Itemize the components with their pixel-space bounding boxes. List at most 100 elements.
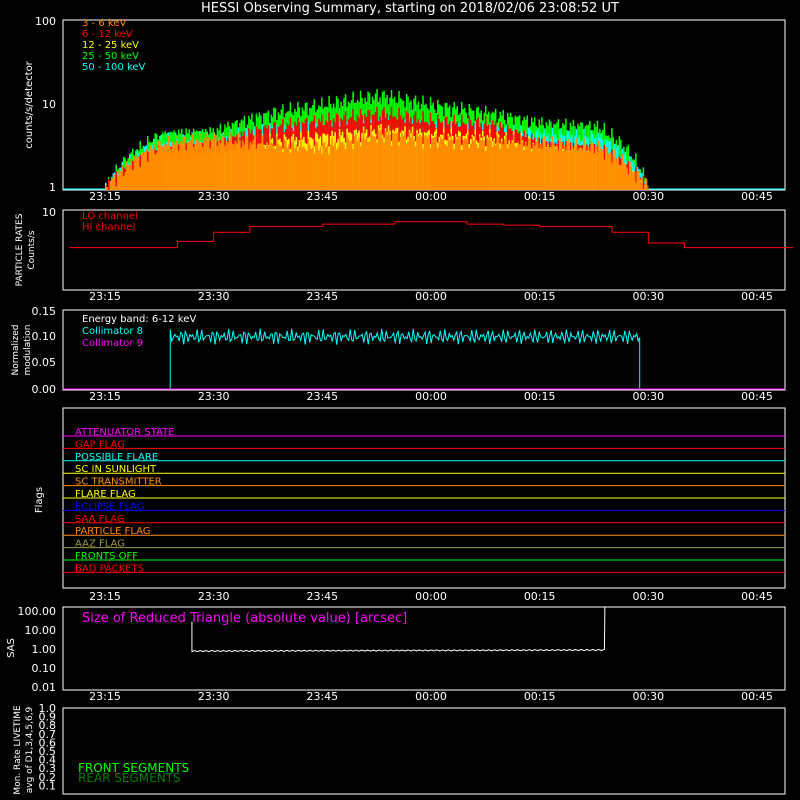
x-tick-label: 23:30: [198, 290, 230, 303]
counts-bar: [434, 136, 436, 190]
counts-bar: [550, 146, 552, 190]
counts-bar: [479, 136, 481, 190]
counts-bar: [201, 147, 204, 190]
counts-bar: [197, 141, 199, 190]
counts-bar: [171, 141, 174, 190]
counts-bar: [307, 138, 310, 190]
x-tick-label: 23:30: [198, 690, 230, 703]
counts-bar: [456, 139, 458, 190]
counts-bar: [135, 158, 137, 190]
counts-bar: [168, 145, 171, 190]
counts-bar: [532, 143, 534, 190]
x-tick-label: 23:45: [306, 390, 338, 403]
counts-bar: [621, 154, 624, 190]
counts-bar: [162, 146, 165, 190]
counts-bar: [402, 135, 405, 190]
x-tick-label: 00:00: [415, 390, 447, 403]
counts-bar: [133, 156, 135, 190]
counts-bar: [566, 141, 569, 190]
chart-title: HESSI Observing Summary, starting on 201…: [201, 1, 619, 16]
counts-bar: [477, 147, 479, 190]
counts-bar: [145, 149, 147, 190]
counts-bar: [288, 144, 290, 190]
sas-y-tick-010: 0.10: [32, 662, 57, 675]
counts-bar: [503, 138, 506, 190]
counts-bar: [392, 132, 394, 190]
counts-bar: [444, 143, 446, 190]
counts-bar: [373, 136, 375, 190]
counts-bar: [615, 158, 618, 190]
counts-bar: [548, 146, 551, 190]
counts-bar: [553, 145, 555, 190]
counts-bar: [587, 146, 590, 190]
legend-6-12-kev: 6 - 12 keV: [82, 29, 133, 40]
x-tick-label: 23:45: [306, 290, 338, 303]
counts-bar: [264, 148, 267, 190]
counts-bar: [562, 150, 564, 190]
y-label-flags: Flags: [34, 487, 45, 513]
x-tick-label: 00:00: [415, 690, 447, 703]
counts-bar: [450, 134, 452, 190]
counts-bar: [426, 137, 429, 190]
counts-bar: [127, 164, 129, 190]
sas-y-tick-100: 1.00: [32, 643, 57, 656]
counts-bar: [157, 141, 159, 190]
counts-bar: [527, 137, 530, 190]
counts-bar: [486, 138, 488, 190]
counts-bar: [182, 137, 184, 190]
counts-bar: [183, 136, 186, 190]
counts-bar: [139, 166, 141, 190]
counts-bar: [289, 152, 292, 190]
counts-bar: [529, 138, 531, 190]
counts-bar: [249, 142, 252, 190]
counts-bar: [350, 140, 353, 190]
counts-bar: [506, 148, 509, 190]
counts-bar: [227, 142, 229, 190]
counts-bar: [129, 158, 131, 190]
counts-bar: [491, 146, 494, 190]
sas-y-tick-001: 0.01: [32, 681, 57, 694]
counts-bar: [611, 162, 613, 190]
x-tick-label: 00:45: [741, 390, 773, 403]
counts-bar: [514, 145, 516, 190]
counts-bar: [141, 153, 143, 190]
counts-bar: [257, 144, 259, 190]
x-tick-label: 00:45: [741, 290, 773, 303]
counts-bar: [520, 135, 522, 190]
counts-bar: [111, 180, 113, 190]
legend-collimator-9: Collimator 9: [82, 338, 143, 349]
counts-bar: [612, 155, 615, 190]
counts-bar: [432, 137, 434, 190]
counts-bar: [407, 141, 409, 190]
counts-bar: [458, 136, 460, 190]
counts-bar: [368, 141, 371, 190]
counts-bar: [396, 132, 399, 190]
counts-bar: [300, 137, 302, 190]
legend-50-100-kev: 50 - 100 keV: [82, 62, 146, 73]
counts-bar: [468, 148, 470, 190]
counts-bar: [483, 140, 485, 190]
y-label-livetime-1: Mon. Rate LIVETIME: [13, 705, 23, 795]
counts-bar: [150, 145, 152, 190]
counts-bar: [312, 147, 314, 190]
counts-bar: [455, 137, 457, 190]
counts-bar: [215, 135, 217, 190]
counts-bar: [593, 153, 596, 190]
counts-bar: [153, 144, 155, 190]
counts-bar: [530, 151, 533, 190]
counts-bar: [286, 147, 289, 190]
y-label-particle-units: Counts/s: [27, 230, 37, 269]
counts-bar: [319, 146, 322, 190]
counts-bar: [216, 145, 219, 190]
counts-bar: [195, 139, 198, 190]
counts-bar: [343, 144, 345, 190]
counts-bar: [120, 170, 122, 190]
counts-bar: [633, 171, 636, 190]
counts-bar: [405, 143, 408, 190]
counts-bar: [632, 171, 634, 190]
counts-bar: [142, 151, 144, 190]
counts-bar: [422, 148, 424, 190]
counts-bar: [124, 171, 126, 190]
counts-bar: [367, 141, 369, 190]
counts-bar: [115, 186, 117, 190]
